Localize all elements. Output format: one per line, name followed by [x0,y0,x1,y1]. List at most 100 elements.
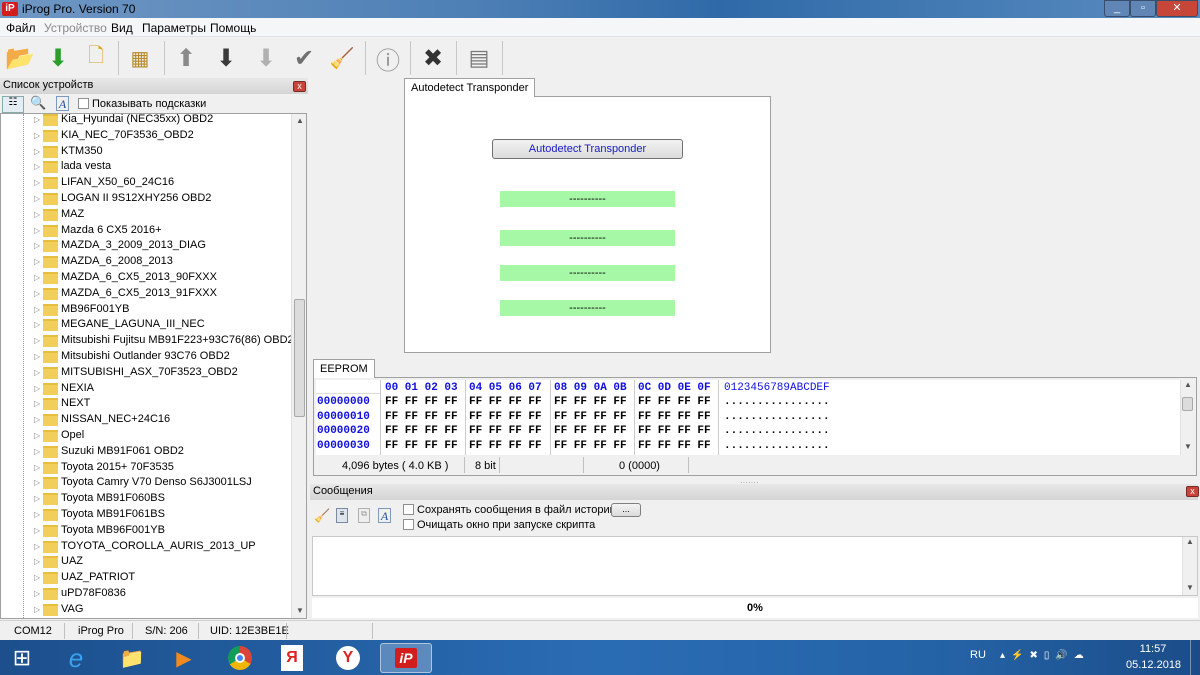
media-player-icon[interactable]: ▶ [164,643,204,673]
clock-time[interactable]: 11:57 [1126,643,1180,655]
expand-arrow-icon[interactable]: ▷ [34,494,40,503]
chip-icon[interactable]: ▦ [124,42,156,74]
minimize-button[interactable]: _ [1104,0,1130,17]
chrome-icon[interactable] [220,643,260,673]
search-icon[interactable]: 🔍 [30,95,46,111]
device-tree-item[interactable]: ▷ MAZDA_6_CX5_2013_90FXXX [1,270,291,286]
device-tree-item[interactable]: ▷ Toyota Camry V70 Denso S6J3001LSJ [1,475,291,491]
expand-arrow-icon[interactable]: ▷ [34,368,40,377]
expand-arrow-icon[interactable]: ▷ [34,447,40,456]
expand-arrow-icon[interactable]: ▷ [34,226,40,235]
expand-arrow-icon[interactable]: ▷ [34,605,40,614]
show-desktop-button[interactable] [1190,640,1200,675]
device-tree-item[interactable]: ▷ MAZDA_6_CX5_2013_91FXXX [1,286,291,302]
scroll-down-icon[interactable]: ▼ [296,606,304,615]
tree-view-icon[interactable]: ☷ [2,96,24,113]
menu-file[interactable]: Файл [6,21,36,35]
tab-autodetect-transponder[interactable]: Autodetect Transponder [404,78,536,97]
save-log-icon[interactable]: ≡ [336,508,348,523]
device-tree-item[interactable]: ▷ Mazda 6 CX5 2016+ [1,223,291,239]
device-tree-item[interactable]: ▷ Opel [1,428,291,444]
device-tree-item[interactable]: ▷ Toyota MB91F061BS [1,507,291,523]
close-button[interactable]: ✕ [1156,0,1198,17]
save-download-icon[interactable]: ⬇ [42,42,74,74]
tree-scrollbar[interactable]: ▲ ▼ [291,114,306,618]
copy-icon[interactable]: ⧉ [358,508,370,523]
expand-arrow-icon[interactable]: ▷ [34,131,40,140]
menu-view[interactable]: Вид [111,21,133,35]
device-tree-item[interactable]: ▷ MAZDA_6_2008_2013 [1,254,291,270]
device-tree-item[interactable]: ▷ NEXIA [1,381,291,397]
calculator-icon[interactable]: ▤ [463,42,495,74]
device-tree-item[interactable]: ▷ LOGAN II 9S12XHY256 OBD2 [1,191,291,207]
yandex-browser-icon[interactable]: Y [328,643,368,673]
browse-button[interactable]: ... [611,503,641,517]
device-tree-item[interactable]: ▷ VAG [1,602,291,618]
hex-scrollbar[interactable]: ▲ ▼ [1180,380,1195,455]
expand-arrow-icon[interactable]: ▷ [34,415,40,424]
broom-icon[interactable]: 🧹 [326,42,358,74]
expand-arrow-icon[interactable]: ▷ [34,589,40,598]
expand-arrow-icon[interactable]: ▷ [34,241,40,250]
scroll-thumb[interactable] [294,299,305,417]
verify-arrow-icon[interactable]: ⬇ [250,42,282,74]
show-hints-checkbox[interactable]: Показывать подсказки [78,98,206,110]
expand-arrow-icon[interactable]: ▷ [34,210,40,219]
device-tree-item[interactable]: ▷ KIA_NEC_70F3536_OBD2 [1,128,291,144]
expand-arrow-icon[interactable]: ▷ [34,384,40,393]
autodetect-transponder-button[interactable]: Autodetect Transponder [492,139,683,159]
scroll-up-icon[interactable]: ▲ [296,116,304,125]
save-history-checkbox[interactable]: Сохранять сообщения в файл истории [403,504,616,516]
font-icon[interactable]: A [378,508,391,523]
expand-arrow-icon[interactable]: ▷ [34,557,40,566]
close-panel-icon[interactable]: x [293,81,306,92]
menu-device[interactable]: Устройство [44,21,107,35]
internet-explorer-icon[interactable]: e [56,643,96,673]
expand-arrow-icon[interactable]: ▷ [34,194,40,203]
device-tree-item[interactable]: ▷ UAZ [1,554,291,570]
close-messages-icon[interactable]: x [1186,486,1199,497]
device-tree-item[interactable]: ▷ NISSAN_NEC+24C16 [1,412,291,428]
expand-arrow-icon[interactable]: ▷ [34,463,40,472]
tray-icons[interactable]: ▴⚡✖▯🔊☁ [1000,650,1090,661]
expand-arrow-icon[interactable]: ▷ [34,305,40,314]
yandex-icon[interactable]: Я [272,643,312,673]
expand-arrow-icon[interactable]: ▷ [34,336,40,345]
device-tree-item[interactable]: ▷ Toyota 2015+ 70F3535 [1,460,291,476]
expand-arrow-icon[interactable]: ▷ [34,289,40,298]
expand-arrow-icon[interactable]: ▷ [34,431,40,440]
device-tree-item[interactable]: ▷ Mitsubishi Outlander 93C76 OBD2 [1,349,291,365]
expand-arrow-icon[interactable]: ▷ [34,352,40,361]
menu-parameters[interactable]: Параметры [142,21,206,35]
close-x-icon[interactable]: ✖ [417,42,449,74]
expand-arrow-icon[interactable]: ▷ [34,273,40,282]
tab-eeprom[interactable]: EEPROM [313,359,375,378]
expand-arrow-icon[interactable]: ▷ [34,147,40,156]
expand-arrow-icon[interactable]: ▷ [34,115,40,124]
language-indicator[interactable]: RU [970,649,986,661]
device-tree-item[interactable]: ▷ Mitsubishi Fujitsu MB91F223+93C76(86) O… [1,333,294,349]
clear-on-start-checkbox[interactable]: Очищать окно при запуске скрипта [403,519,595,531]
info-icon[interactable]: ⓘ [372,42,404,75]
device-tree-item[interactable]: ▷ MAZ [1,207,291,223]
device-tree-item[interactable]: ▷ Kia_Hyundai (NEC35xx) OBD2 [1,114,291,128]
clock-date[interactable]: 05.12.2018 [1126,659,1181,671]
broom-clear-icon[interactable]: 🧹 [314,508,330,524]
file-explorer-icon[interactable]: 📁 [112,643,152,673]
device-tree-item[interactable]: ▷ MEGANE_LAGUNA_III_NEC [1,317,291,333]
device-tree-item[interactable]: ▷ KTM350 [1,144,291,160]
messages-scrollbar[interactable]: ▲ ▼ [1182,537,1197,595]
device-tree-item[interactable]: ▷ MB96F001YB [1,302,291,318]
expand-arrow-icon[interactable]: ▷ [34,526,40,535]
device-tree-item[interactable]: ▷ LIFAN_X50_60_24C16 [1,175,291,191]
font-icon[interactable]: A [56,96,69,111]
start-orb-icon[interactable]: ⊞ [2,643,42,673]
device-tree-item[interactable]: ▷ MITSUBISHI_ASX_70F3523_OBD2 [1,365,291,381]
device-tree-item[interactable]: ▷ lada vesta [1,159,291,175]
device-tree-item[interactable]: ▷ Suzuki MB91F061 OBD2 [1,444,291,460]
menu-help[interactable]: Помощь [210,21,256,35]
open-folder-icon[interactable]: 📂 [4,42,36,74]
device-tree-item[interactable]: ▷ Toyota MB91F060BS [1,491,291,507]
device-tree-item[interactable]: ▷ Toyota MB96F001YB [1,523,291,539]
expand-arrow-icon[interactable]: ▷ [34,510,40,519]
